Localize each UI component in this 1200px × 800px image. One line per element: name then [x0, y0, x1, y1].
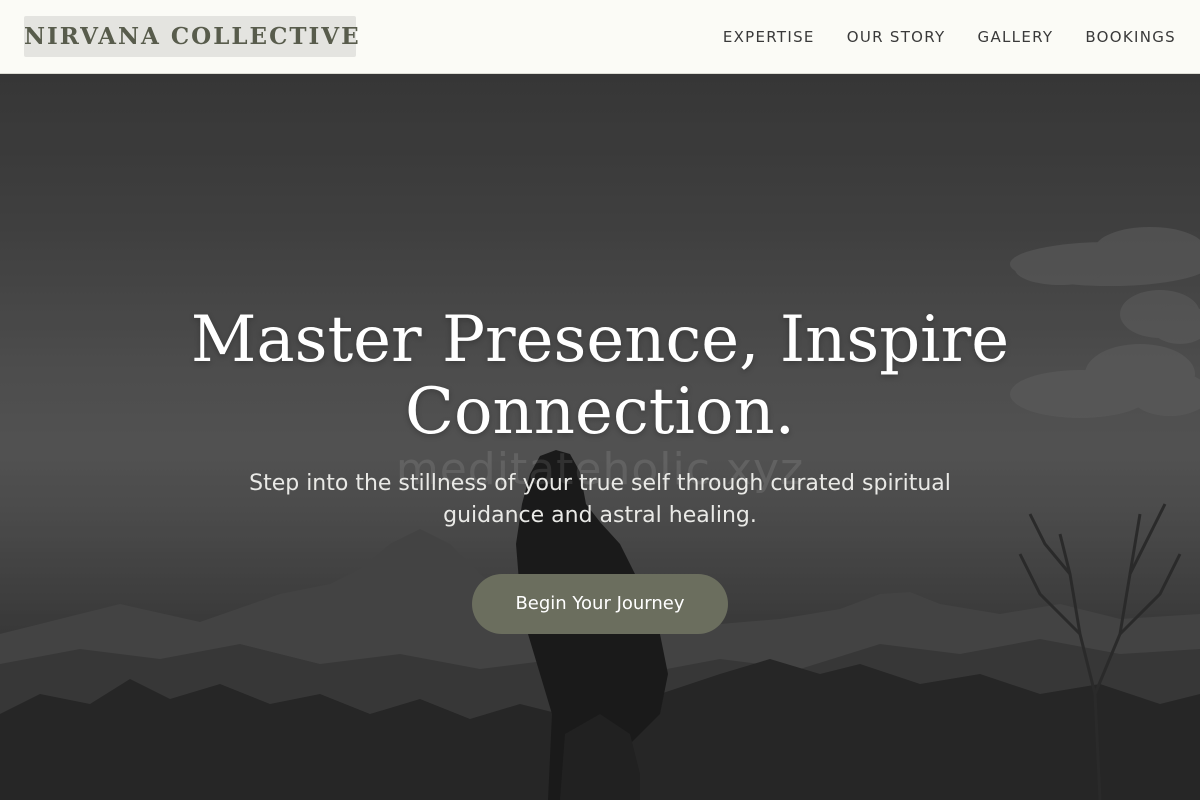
hero-subtitle: Step into the stillness of your true sel… [249, 471, 951, 528]
hero-section: meditateholic.xyz Master Presence, Inspi… [0, 74, 1200, 800]
nav-link-bookings[interactable]: BOOKINGS [1085, 28, 1176, 46]
nav-link-expertise[interactable]: EXPERTISE [723, 28, 815, 46]
main-nav: EXPERTISE OUR STORY GALLERY BOOKINGS [723, 0, 1176, 73]
begin-journey-button[interactable]: Begin Your Journey [472, 574, 728, 634]
hero-content: Master Presence, Inspire Connection. Ste… [0, 304, 1200, 634]
site-header: NIRVANA COLLECTIVE EXPERTISE OUR STORY G… [0, 0, 1200, 74]
nav-link-our-story[interactable]: OUR STORY [847, 28, 946, 46]
hero-title: Master Presence, Inspire Connection. [190, 303, 1010, 449]
nav-link-gallery[interactable]: GALLERY [978, 28, 1054, 46]
site-logo[interactable]: NIRVANA COLLECTIVE [24, 16, 359, 57]
